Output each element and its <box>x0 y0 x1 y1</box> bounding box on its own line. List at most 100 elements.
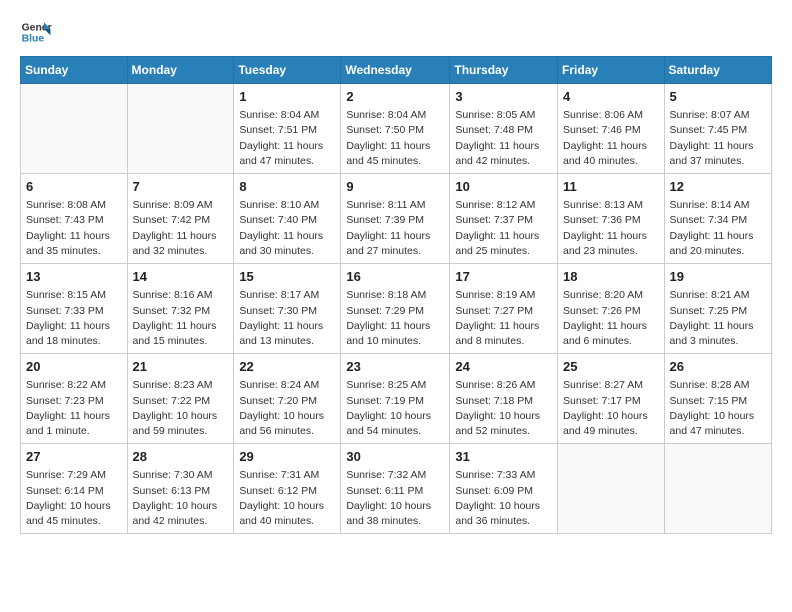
calendar-cell: 20Sunrise: 8:22 AM Sunset: 7:23 PM Dayli… <box>21 354 128 444</box>
day-number: 13 <box>26 268 122 286</box>
weekday-header-saturday: Saturday <box>664 57 771 84</box>
calendar-cell: 7Sunrise: 8:09 AM Sunset: 7:42 PM Daylig… <box>127 174 234 264</box>
calendar-cell: 26 Sunrise: 8:28 AM Sunset: 7:15 PM Dayli… <box>664 354 771 444</box>
day-number: 15 <box>239 268 335 286</box>
day-number: 2 <box>346 88 444 106</box>
day-detail: Sunrise: 8:19 AM Sunset: 7:27 PM Dayligh… <box>455 288 552 349</box>
svg-text:Blue: Blue <box>22 34 45 45</box>
weekday-header-monday: Monday <box>127 57 234 84</box>
day-number: 25 <box>563 358 659 376</box>
calendar-cell: 17 Sunrise: 8:19 AM Sunset: 7:27 PM Dayli… <box>450 264 558 354</box>
day-detail: Sunrise: 8:28 AM Sunset: 7:15 PM Dayligh… <box>670 378 766 439</box>
logo: General Blue <box>20 16 52 48</box>
day-detail: Sunrise: 8:27 AM Sunset: 7:17 PM Dayligh… <box>563 378 659 439</box>
day-detail: Sunrise: 8:07 AM Sunset: 7:45 PM Dayligh… <box>670 108 766 169</box>
calendar-cell: 1 Sunrise: 8:04 AM Sunset: 7:51 PM Daylig… <box>234 84 341 174</box>
day-detail: Sunrise: 8:04 AM Sunset: 7:50 PM Dayligh… <box>346 108 444 169</box>
calendar-table: SundayMondayTuesdayWednesdayThursdayFrid… <box>20 56 772 534</box>
day-detail: Sunrise: 8:05 AM Sunset: 7:48 PM Dayligh… <box>455 108 552 169</box>
day-detail: Sunrise: 8:04 AM Sunset: 7:51 PM Dayligh… <box>239 108 335 169</box>
day-detail: Sunrise: 8:23 AM Sunset: 7:22 PM Dayligh… <box>133 378 229 439</box>
day-detail: Sunrise: 7:32 AM Sunset: 6:11 PM Dayligh… <box>346 468 444 529</box>
day-detail: Sunrise: 8:17 AM Sunset: 7:30 PM Dayligh… <box>239 288 335 349</box>
week-row-1: 1 Sunrise: 8:04 AM Sunset: 7:51 PM Daylig… <box>21 84 772 174</box>
day-number: 27 <box>26 448 122 466</box>
calendar-cell: 13 Sunrise: 8:15 AM Sunset: 7:33 PM Dayli… <box>21 264 128 354</box>
calendar-cell: 27Sunrise: 7:29 AM Sunset: 6:14 PM Dayli… <box>21 444 128 534</box>
calendar-cell: 25 Sunrise: 8:27 AM Sunset: 7:17 PM Dayli… <box>558 354 665 444</box>
day-number: 12 <box>670 178 766 196</box>
week-row-2: 6Sunrise: 8:08 AM Sunset: 7:43 PM Daylig… <box>21 174 772 264</box>
day-detail: Sunrise: 8:25 AM Sunset: 7:19 PM Dayligh… <box>346 378 444 439</box>
weekday-header-sunday: Sunday <box>21 57 128 84</box>
day-detail: Sunrise: 8:16 AM Sunset: 7:32 PM Dayligh… <box>133 288 229 349</box>
day-number: 17 <box>455 268 552 286</box>
calendar-cell: 9 Sunrise: 8:11 AM Sunset: 7:39 PM Daylig… <box>341 174 450 264</box>
calendar-cell: 21Sunrise: 8:23 AM Sunset: 7:22 PM Dayli… <box>127 354 234 444</box>
day-number: 23 <box>346 358 444 376</box>
calendar-cell: 6Sunrise: 8:08 AM Sunset: 7:43 PM Daylig… <box>21 174 128 264</box>
calendar-cell <box>21 84 128 174</box>
calendar-cell <box>664 444 771 534</box>
day-number: 29 <box>239 448 335 466</box>
calendar-cell: 28 Sunrise: 7:30 AM Sunset: 6:13 PM Dayli… <box>127 444 234 534</box>
day-detail: Sunrise: 8:08 AM Sunset: 7:43 PM Dayligh… <box>26 198 122 259</box>
day-number: 14 <box>133 268 229 286</box>
day-detail: Sunrise: 7:33 AM Sunset: 6:09 PM Dayligh… <box>455 468 552 529</box>
day-number: 4 <box>563 88 659 106</box>
calendar-cell: 31 Sunrise: 7:33 AM Sunset: 6:09 PM Dayli… <box>450 444 558 534</box>
calendar-cell <box>127 84 234 174</box>
day-number: 22 <box>239 358 335 376</box>
day-number: 20 <box>26 358 122 376</box>
day-detail: Sunrise: 8:09 AM Sunset: 7:42 PM Dayligh… <box>133 198 229 259</box>
day-number: 24 <box>455 358 552 376</box>
day-number: 28 <box>133 448 229 466</box>
day-detail: Sunrise: 8:06 AM Sunset: 7:46 PM Dayligh… <box>563 108 659 169</box>
calendar-cell: 10 Sunrise: 8:12 AM Sunset: 7:37 PM Dayli… <box>450 174 558 264</box>
weekday-header-friday: Friday <box>558 57 665 84</box>
day-detail: Sunrise: 8:12 AM Sunset: 7:37 PM Dayligh… <box>455 198 552 259</box>
calendar-cell: 19Sunrise: 8:21 AM Sunset: 7:25 PM Dayli… <box>664 264 771 354</box>
calendar-cell: 11Sunrise: 8:13 AM Sunset: 7:36 PM Dayli… <box>558 174 665 264</box>
day-detail: Sunrise: 7:30 AM Sunset: 6:13 PM Dayligh… <box>133 468 229 529</box>
day-number: 1 <box>239 88 335 106</box>
week-row-3: 13 Sunrise: 8:15 AM Sunset: 7:33 PM Dayli… <box>21 264 772 354</box>
calendar-cell: 16Sunrise: 8:18 AM Sunset: 7:29 PM Dayli… <box>341 264 450 354</box>
weekday-header-wednesday: Wednesday <box>341 57 450 84</box>
day-number: 16 <box>346 268 444 286</box>
day-number: 18 <box>563 268 659 286</box>
week-row-5: 27Sunrise: 7:29 AM Sunset: 6:14 PM Dayli… <box>21 444 772 534</box>
calendar-cell: 4 Sunrise: 8:06 AM Sunset: 7:46 PM Daylig… <box>558 84 665 174</box>
calendar-cell: 8Sunrise: 8:10 AM Sunset: 7:40 PM Daylig… <box>234 174 341 264</box>
week-row-4: 20Sunrise: 8:22 AM Sunset: 7:23 PM Dayli… <box>21 354 772 444</box>
weekday-header-row: SundayMondayTuesdayWednesdayThursdayFrid… <box>21 57 772 84</box>
day-number: 31 <box>455 448 552 466</box>
day-number: 11 <box>563 178 659 196</box>
day-detail: Sunrise: 8:15 AM Sunset: 7:33 PM Dayligh… <box>26 288 122 349</box>
calendar-cell: 3 Sunrise: 8:05 AM Sunset: 7:48 PM Daylig… <box>450 84 558 174</box>
calendar-cell: 12 Sunrise: 8:14 AM Sunset: 7:34 PM Dayli… <box>664 174 771 264</box>
calendar-cell: 2 Sunrise: 8:04 AM Sunset: 7:50 PM Daylig… <box>341 84 450 174</box>
day-detail: Sunrise: 8:24 AM Sunset: 7:20 PM Dayligh… <box>239 378 335 439</box>
day-detail: Sunrise: 8:26 AM Sunset: 7:18 PM Dayligh… <box>455 378 552 439</box>
page-header: General Blue <box>20 16 772 48</box>
calendar-cell <box>558 444 665 534</box>
day-number: 8 <box>239 178 335 196</box>
weekday-header-tuesday: Tuesday <box>234 57 341 84</box>
day-detail: Sunrise: 8:14 AM Sunset: 7:34 PM Dayligh… <box>670 198 766 259</box>
day-number: 3 <box>455 88 552 106</box>
day-number: 10 <box>455 178 552 196</box>
calendar-cell: 29 Sunrise: 7:31 AM Sunset: 6:12 PM Dayli… <box>234 444 341 534</box>
day-detail: Sunrise: 8:20 AM Sunset: 7:26 PM Dayligh… <box>563 288 659 349</box>
calendar-cell: 15 Sunrise: 8:17 AM Sunset: 7:30 PM Dayli… <box>234 264 341 354</box>
day-number: 30 <box>346 448 444 466</box>
day-detail: Sunrise: 8:11 AM Sunset: 7:39 PM Dayligh… <box>346 198 444 259</box>
day-number: 26 <box>670 358 766 376</box>
calendar-cell: 23 Sunrise: 8:25 AM Sunset: 7:19 PM Dayli… <box>341 354 450 444</box>
weekday-header-thursday: Thursday <box>450 57 558 84</box>
day-number: 9 <box>346 178 444 196</box>
logo-icon: General Blue <box>20 16 52 48</box>
day-detail: Sunrise: 7:31 AM Sunset: 6:12 PM Dayligh… <box>239 468 335 529</box>
day-number: 19 <box>670 268 766 286</box>
calendar-cell: 30 Sunrise: 7:32 AM Sunset: 6:11 PM Dayli… <box>341 444 450 534</box>
